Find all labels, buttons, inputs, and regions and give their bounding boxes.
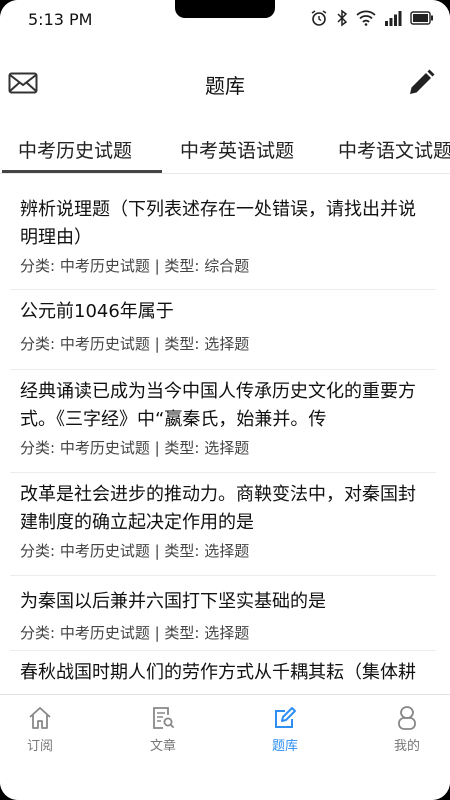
question-text: 辨析说理题（下列表述存在一处错误，请找出并说明理由） [20,199,416,248]
nav-articles[interactable]: 文章 [123,705,203,754]
top-bar: 题库 [0,40,450,124]
question-text: 为秦国以后兼并六国打下坚实基础的是 [20,591,326,612]
status-time: 5:13 PM [28,10,93,29]
nav-subscribe[interactable]: 订阅 [0,705,80,754]
category-tabs: 中考历史试题 中考英语试题 中考语文试题 [0,124,450,174]
camera-notch [175,0,275,18]
wifi-icon [356,10,376,26]
nav-label: 文章 [149,739,176,754]
nav-profile[interactable]: 我的 [367,705,447,754]
bottom-nav: 订阅 文章 题库 我的 [0,694,450,800]
edit-icon [275,707,296,728]
status-bar: 5:13 PM [0,0,450,40]
list-item[interactable]: 经典诵读已成为当今中国人传承历史文化的重要方式。《三字经》中“嬴秦氏，始兼并。传… [10,370,436,473]
question-meta: 分类: 中考历史试题 | 类型: 选择题 [20,439,250,457]
compose-icon[interactable] [406,68,436,98]
tab-english[interactable]: 中考英语试题 [180,136,294,163]
page-title: 题库 [205,74,245,98]
alarm-icon [311,10,327,26]
question-meta: 分类: 中考历史试题 | 类型: 综合题 [20,257,250,275]
active-tab-indicator [2,170,162,173]
tab-chinese[interactable]: 中考语文试题 [338,136,450,163]
nav-label: 订阅 [26,739,53,754]
question-meta: 分类: 中考历史试题 | 类型: 选择题 [20,624,250,642]
question-meta: 分类: 中考历史试题 | 类型: 选择题 [20,335,250,353]
tab-history[interactable]: 中考历史试题 [18,136,132,163]
question-meta: 分类: 中考历史试题 | 类型: 选择题 [20,542,250,560]
question-text: 公元前1046年属于 [20,301,174,322]
question-list: 辨析说理题（下列表述存在一处错误，请找出并说明理由） 分类: 中考历史试题 | … [0,186,450,686]
app-screen: 5:13 PM 题库 中考历史试题 中考英语试题 中考语文试题 辨析说理题（下列… [0,0,450,800]
status-icons [310,9,434,27]
list-item[interactable]: 辨析说理题（下列表述存在一处错误，请找出并说明理由） 分类: 中考历史试题 | … [10,194,436,290]
signal-icon [385,11,402,26]
nav-label: 我的 [393,739,420,754]
question-text: 改革是社会进步的推动力。商鞅变法中，对秦国封建制度的确立起决定作用的是 [20,484,416,533]
question-text: 春秋战国时期人们的劳作方式从千耦其耘（集体耕作）转变为个体农耕的主要原因是 [20,662,416,683]
nav-question-bank[interactable]: 题库 [245,705,325,754]
nav-label: 题库 [271,739,298,754]
bluetooth-icon [337,9,348,27]
article-search-icon [153,707,175,729]
person-icon [398,706,416,730]
battery-icon [410,11,433,25]
home-icon [29,707,51,729]
question-text: 经典诵读已成为当今中国人传承历史文化的重要方式。《三字经》中“嬴秦氏，始兼并。传 [20,381,416,430]
list-item[interactable]: 改革是社会进步的推动力。商鞅变法中，对秦国封建制度的确立起决定作用的是 分类: … [10,473,436,576]
list-item[interactable]: 公元前1046年属于 分类: 中考历史试题 | 类型: 选择题 [10,290,436,370]
list-item[interactable]: 春秋战国时期人们的劳作方式从千耦其耘（集体耕作）转变为个体农耕的主要原因是 [10,651,436,686]
list-item[interactable]: 为秦国以后兼并六国打下坚实基础的是 分类: 中考历史试题 | 类型: 选择题 [10,576,436,651]
